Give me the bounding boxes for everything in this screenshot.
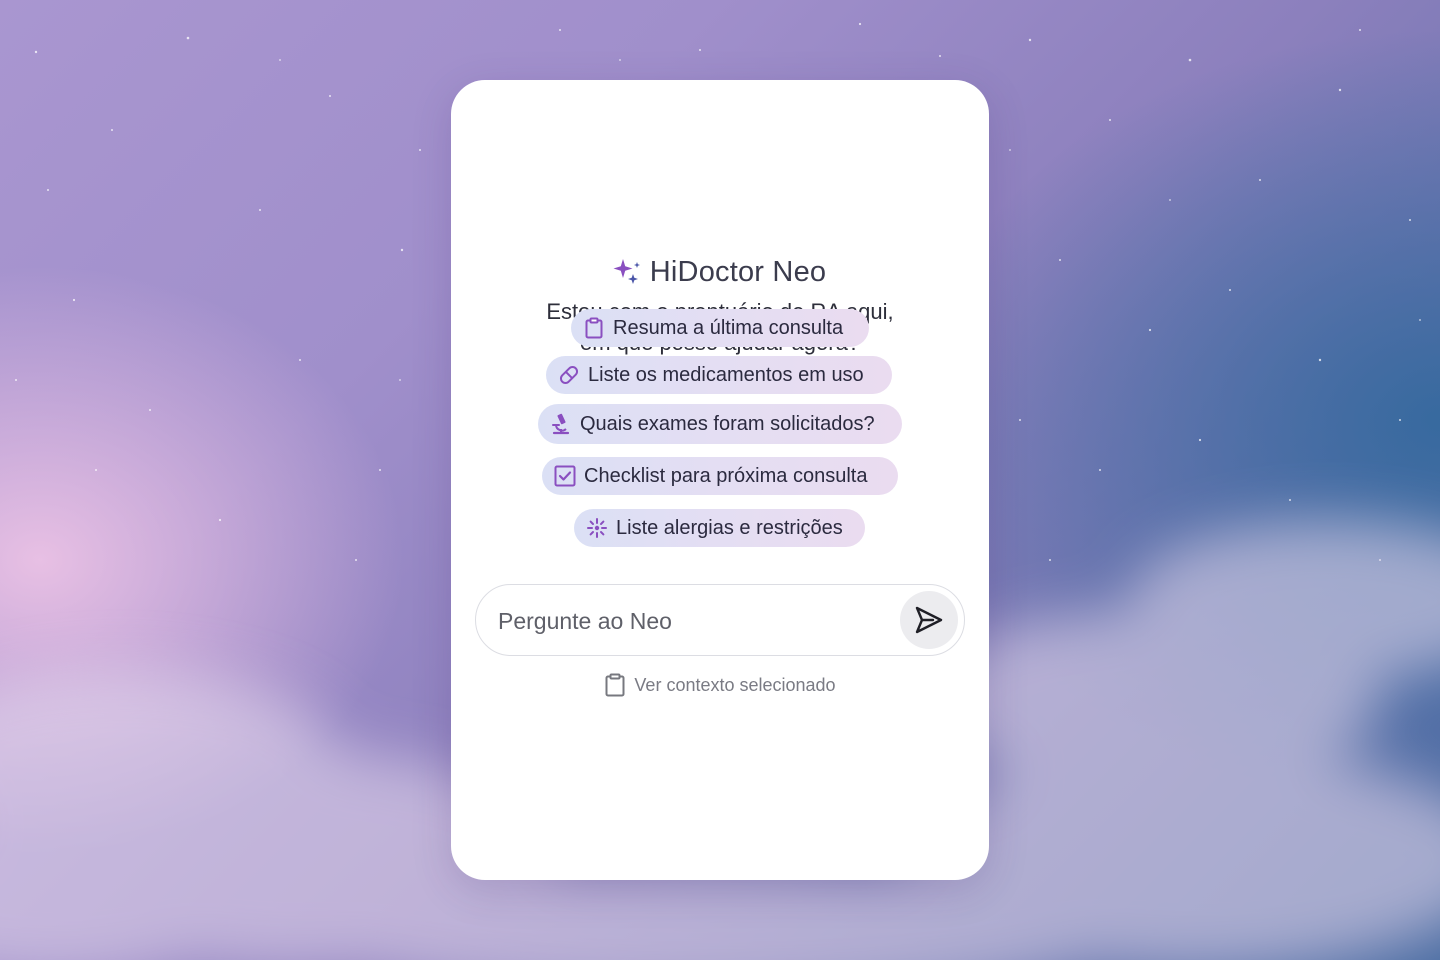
checkbox-icon (554, 465, 576, 487)
suggestion-chip-allergies[interactable]: Liste alergias e restrições (574, 509, 865, 547)
suggestion-label: Checklist para próxima consulta (584, 464, 868, 487)
suggestion-chip-checklist[interactable]: Checklist para próxima consulta (542, 457, 898, 495)
pill-icon (558, 364, 580, 386)
suggestion-chip-exams[interactable]: Quais exames foram solicitados? (538, 404, 902, 444)
suggestion-label: Liste alergias e restrições (616, 516, 843, 539)
clipboard-icon (583, 317, 605, 339)
app-title: HiDoctor Neo (649, 255, 827, 288)
clipboard-icon (604, 673, 626, 697)
microscope-icon (550, 413, 572, 435)
view-context-label: Ver contexto selecionado (634, 674, 836, 695)
suggestion-chip-summary[interactable]: Resuma a última consulta (571, 309, 869, 347)
suggestion-label: Resuma a última consulta (613, 316, 844, 339)
send-icon (913, 604, 945, 636)
suggestion-chip-medications[interactable]: Liste os medicamentos em uso (546, 356, 892, 394)
view-context-link[interactable]: Ver contexto selecionado (0, 673, 1440, 697)
suggestion-label: Liste os medicamentos em uso (588, 363, 864, 386)
ask-input-container (475, 584, 965, 656)
sparkle-icon (612, 256, 642, 288)
suggestion-label: Quais exames foram solicitados? (580, 412, 875, 435)
header: HiDoctor Neo (450, 250, 988, 294)
ask-input[interactable] (498, 603, 888, 639)
send-button[interactable] (900, 591, 958, 649)
burst-icon (586, 517, 608, 539)
